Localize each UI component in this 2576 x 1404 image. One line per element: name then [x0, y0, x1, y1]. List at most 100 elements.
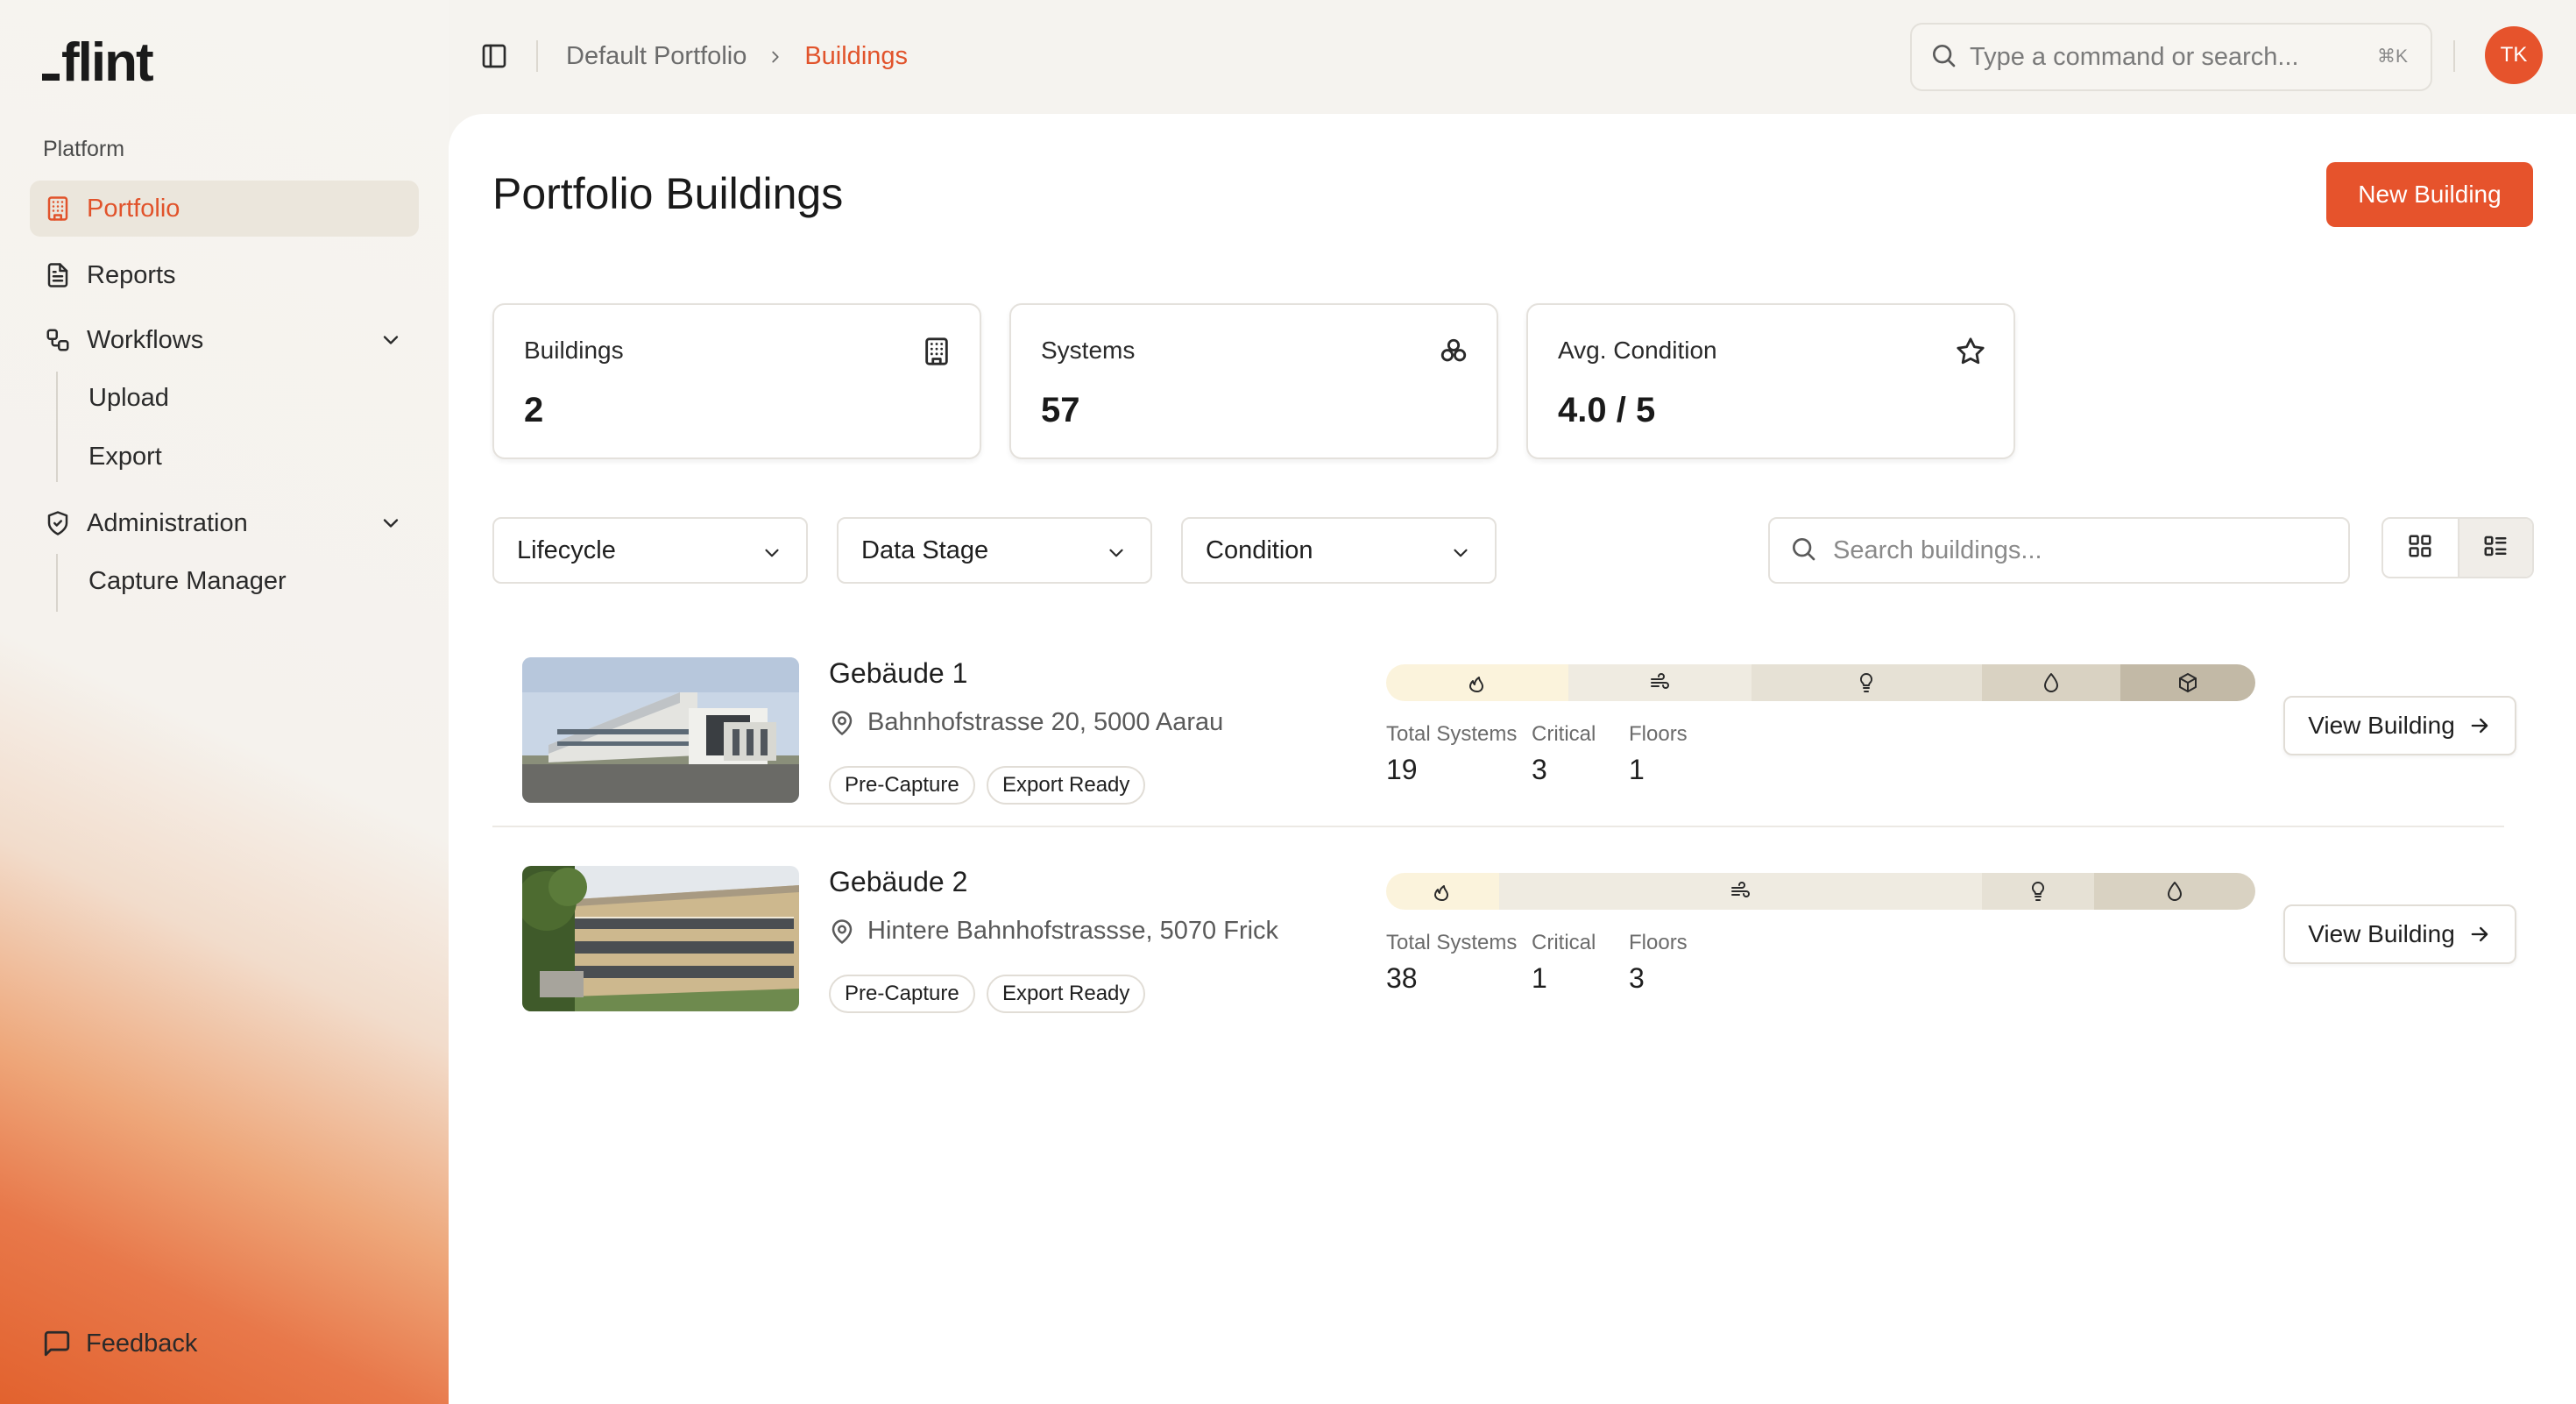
list-view-button[interactable] [2457, 519, 2532, 577]
filter-label: Lifecycle [517, 535, 616, 564]
list-icon [2482, 533, 2509, 564]
sidebar-item-administration[interactable]: Administration [30, 495, 419, 551]
condition-filter[interactable]: Condition [1181, 517, 1497, 584]
chevron-right-icon [766, 47, 785, 67]
grid-view-button[interactable] [2383, 519, 2458, 577]
stat-label: Avg. Condition [1558, 337, 1717, 364]
search-icon [1929, 41, 1957, 74]
building-row: Gebäude 1 Bahnhofstrasse 20, 5000 Aarau … [492, 631, 2516, 827]
sidebar-item-workflows[interactable]: Workflows [30, 312, 419, 368]
sidebar-item-reports[interactable]: Reports [30, 247, 419, 303]
filter-label: Condition [1206, 535, 1313, 564]
chevron-down-icon[interactable] [379, 328, 403, 359]
status-badge: Pre-Capture [829, 975, 975, 1013]
arrow-right-icon [2467, 713, 2492, 738]
total-systems-value: 19 [1386, 754, 1418, 785]
topbar-divider [536, 40, 538, 72]
metric-label-floors: Floors [1629, 931, 1688, 954]
document-icon [44, 261, 72, 289]
wind-icon [1730, 881, 1751, 902]
search-buildings-input[interactable]: Search buildings... [1768, 517, 2350, 584]
sidebar-item-portfolio[interactable]: Portfolio [30, 181, 419, 237]
filter-label: Data Stage [861, 535, 989, 564]
submenu-guide-line [56, 372, 58, 482]
building-photo[interactable] [522, 866, 799, 1011]
stat-label: Systems [1041, 337, 1136, 364]
droplet-icon [2164, 881, 2185, 902]
cube-icon [2177, 672, 2198, 693]
sidebar-subitem-export[interactable]: Export [88, 443, 162, 472]
building-icon [922, 337, 952, 371]
status-badge: Pre-Capture [829, 766, 975, 805]
sidebar-section-label: Platform [43, 137, 125, 161]
flame-icon [1467, 672, 1488, 693]
search-icon [1789, 535, 1817, 567]
building-photo[interactable] [522, 657, 799, 803]
sidebar-item-label: Workflows [87, 325, 204, 354]
new-building-button[interactable]: New Building [2326, 162, 2533, 227]
data-stage-filter[interactable]: Data Stage [837, 517, 1152, 584]
critical-value: 1 [1532, 962, 1547, 994]
system-segment[interactable] [1981, 873, 2095, 910]
chevron-down-icon[interactable] [379, 511, 403, 542]
system-segment[interactable] [1386, 664, 1569, 701]
map-pin-icon [829, 710, 855, 736]
sidebar-subitem-upload[interactable]: Upload [88, 384, 169, 413]
metric-label-total-systems: Total Systems [1386, 722, 1518, 746]
lifecycle-filter[interactable]: Lifecycle [492, 517, 808, 584]
view-mode-toggle [2381, 517, 2534, 578]
status-badge: Export Ready [987, 975, 1146, 1013]
search-placeholder: Search buildings... [1833, 535, 2042, 564]
sidebar-subitem-capture-manager[interactable]: Capture Manager [88, 567, 287, 596]
building-name[interactable]: Gebäude 1 [829, 657, 967, 690]
building-name[interactable]: Gebäude 2 [829, 866, 967, 898]
stat-card-avg-condition: Avg. Condition 4.0 / 5 [1526, 303, 2015, 459]
address-text: Hintere Bahnhofstrassse, 5070 Frick [867, 917, 1279, 945]
system-segment[interactable] [1386, 873, 1499, 910]
workflow-icon [44, 326, 72, 354]
building-address: Bahnhofstrasse 20, 5000 Aarau [829, 708, 1223, 737]
logo-mark [42, 74, 60, 81]
sidebar-item-label: Portfolio [87, 194, 180, 223]
view-building-label: View Building [2308, 712, 2455, 739]
breadcrumb-buildings: Buildings [804, 42, 909, 70]
system-segment[interactable] [2120, 664, 2255, 701]
breadcrumb-default-portfolio[interactable]: Default Portfolio [566, 42, 747, 71]
metric-label-critical: Critical [1532, 722, 1596, 746]
command-placeholder: Type a command or search... [1970, 42, 2299, 71]
lightbulb-icon [2028, 881, 2049, 902]
stat-value: 57 [1041, 391, 1080, 429]
critical-value: 3 [1532, 754, 1547, 785]
arrow-right-icon [2467, 922, 2492, 947]
metric-label-critical: Critical [1532, 931, 1596, 954]
system-distribution-bar [1386, 664, 2255, 701]
feedback-button[interactable]: Feedback [42, 1329, 197, 1358]
system-segment[interactable] [1981, 664, 2121, 701]
grid-icon [2407, 533, 2433, 564]
system-segment[interactable] [1751, 664, 1982, 701]
building-row: Gebäude 2 Hintere Bahnhofstrassse, 5070 … [492, 840, 2516, 1036]
building-address: Hintere Bahnhofstrassse, 5070 Frick [829, 917, 1278, 946]
system-segment[interactable] [2094, 873, 2255, 910]
system-segment[interactable] [1498, 873, 1982, 910]
breadcrumb: Default Portfolio Buildings [566, 42, 908, 71]
metric-label-total-systems: Total Systems [1386, 931, 1518, 954]
sidebar-item-label: Administration [87, 508, 248, 537]
status-badge: Export Ready [987, 766, 1146, 805]
system-segment[interactable] [1568, 664, 1752, 701]
wind-icon [1649, 672, 1670, 693]
flint-logo[interactable]: flint [42, 32, 154, 94]
view-building-button[interactable]: View Building [2283, 696, 2516, 755]
chevron-down-icon [1449, 542, 1472, 571]
systems-icon [1439, 337, 1468, 371]
sidebar-toggle-icon[interactable] [480, 42, 508, 74]
view-building-button[interactable]: View Building [2283, 904, 2516, 964]
sidebar-item-label: Reports [87, 260, 176, 289]
message-square-icon [42, 1329, 72, 1358]
logo-text: flint [61, 32, 154, 93]
user-avatar[interactable]: TK [2485, 26, 2543, 84]
stat-value: 4.0 / 5 [1558, 391, 1656, 429]
command-search-input[interactable]: Type a command or search... ⌘K [1910, 23, 2432, 91]
view-building-label: View Building [2308, 920, 2455, 947]
page-title: Portfolio Buildings [492, 169, 844, 218]
